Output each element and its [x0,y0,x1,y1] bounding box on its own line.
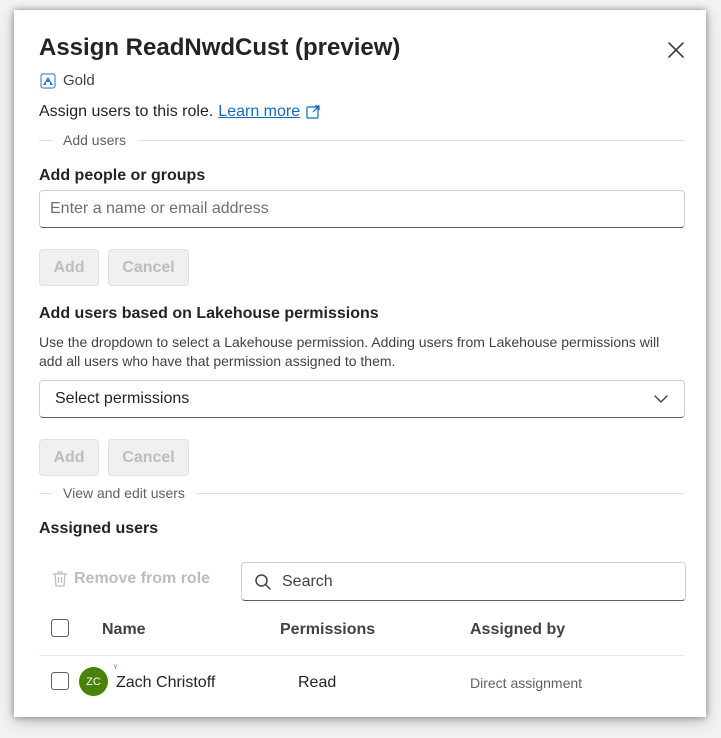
open-external-icon [306,105,320,119]
add-people-button[interactable]: Add [39,249,99,286]
cancel-people-button[interactable]: Cancel [108,249,189,286]
cancel-permission-button-label: Cancel [122,448,175,466]
close-icon [668,42,684,58]
lakehouse-name: Gold [63,72,95,89]
user-assigned-by: Direct assignment [470,675,583,691]
add-people-heading: Add people or groups [39,167,206,184]
add-users-divider-label: Add users [63,132,127,148]
lakehouse-permissions-description: Use the dropdown to select a Lakehouse p… [39,334,660,369]
trash-icon [53,571,67,587]
row-checkbox[interactable] [51,672,69,690]
add-permission-button-label: Add [53,448,85,466]
column-header-permissions[interactable]: Permissions [280,621,375,639]
table-header-divider [39,655,685,656]
add-people-button-label: Add [53,258,85,276]
assign-role-dialog: Assign ReadNwdCust (preview) Gold Assign… [14,10,706,717]
assign-description: Assign users to this role. Learn more [39,103,320,121]
canvas-backdrop: Assign ReadNwdCust (preview) Gold Assign… [0,0,721,738]
lakehouse-indicator: Gold [40,72,95,89]
column-header-name[interactable]: Name [102,621,146,639]
avatar-initials: ZC [86,675,101,688]
assigned-users-search[interactable] [241,562,686,601]
dialog-title: Assign ReadNwdCust (preview) [39,34,401,61]
user-permission: Read [298,674,337,691]
chevron-down-icon [654,395,668,403]
assigned-users-search-input[interactable] [280,571,664,592]
column-header-assigned-by[interactable]: Assigned by [470,621,565,639]
add-users-divider: Add users [39,132,685,148]
search-icon [255,573,271,590]
lakehouse-icon [40,73,56,88]
view-users-divider: View and edit users [39,485,685,501]
remove-from-role-label: Remove from role [74,570,211,587]
permissions-dropdown-value: Select permissions [55,390,190,407]
cancel-permission-button[interactable]: Cancel [108,439,189,476]
presence-badge-icon: ᵞ [114,662,117,672]
view-users-divider-label: View and edit users [63,485,185,501]
learn-more-link[interactable]: Learn more [218,103,320,121]
assigned-users-heading: Assigned users [39,520,159,537]
learn-more-label: Learn more [218,103,301,120]
close-button[interactable] [664,38,688,62]
people-search-input[interactable] [39,190,685,228]
lakehouse-permissions-heading: Add users based on Lakehouse permissions [39,305,379,322]
add-permission-button[interactable]: Add [39,439,99,476]
assign-text: Assign users to this role. [39,103,214,120]
select-all-checkbox[interactable] [51,619,69,637]
avatar: ZC [79,667,108,696]
user-name: Zach Christoff [116,674,216,691]
cancel-people-button-label: Cancel [122,258,175,276]
permissions-dropdown[interactable]: Select permissions [39,380,685,418]
remove-from-role-button[interactable]: Remove from role [52,570,210,588]
